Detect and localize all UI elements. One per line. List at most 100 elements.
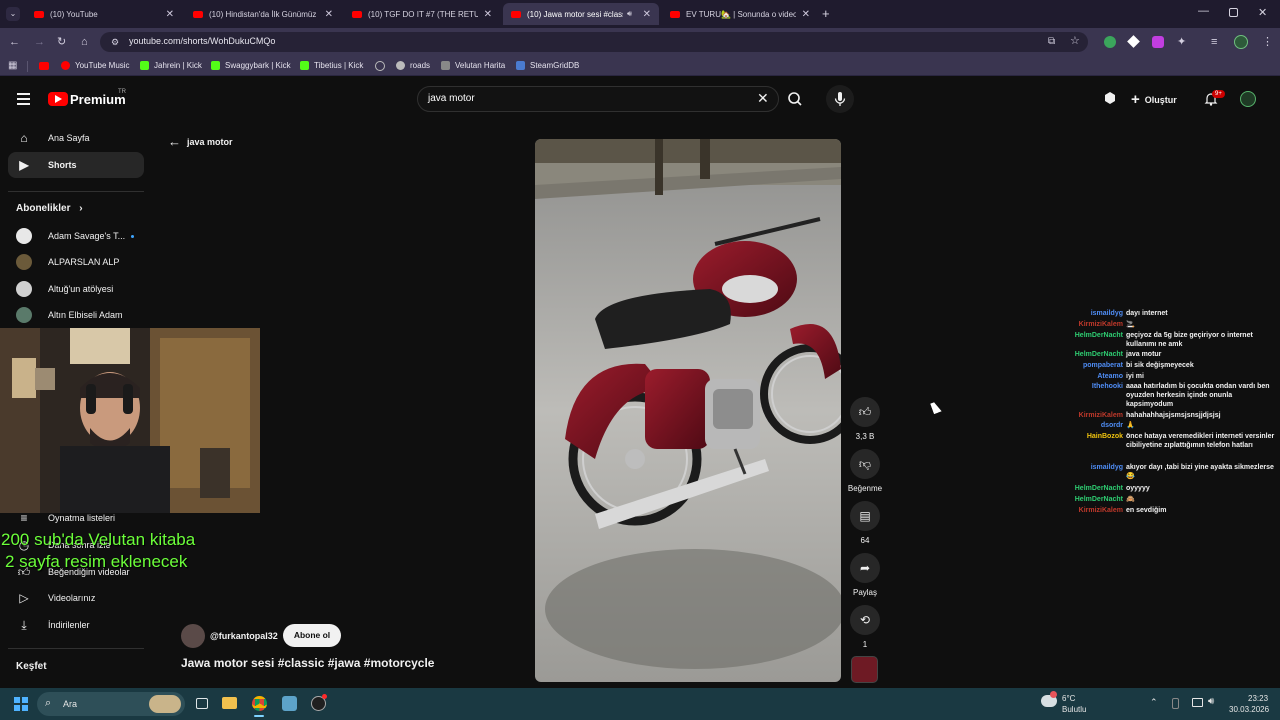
thumb-down-icon[interactable]: 👎︎ xyxy=(850,449,880,479)
chat-username[interactable]: dsordr xyxy=(1101,421,1123,430)
cast-icon[interactable] xyxy=(1103,91,1117,105)
chat-username[interactable]: HelmDerNacht xyxy=(1075,331,1123,340)
new-tab-button[interactable]: + xyxy=(822,6,830,21)
channel-handle[interactable]: @furkantopal32 xyxy=(210,631,278,641)
close-tab-icon[interactable]: ✕ xyxy=(325,9,333,20)
minimize-button[interactable]: — xyxy=(1198,5,1209,17)
bookmark-steamgriddb[interactable]: SteamGridDB xyxy=(516,61,579,70)
tab-ev-turu[interactable]: EV TURU🏡 | Sonunda o video! ✕ xyxy=(662,3,818,25)
bookmark-youtube-music[interactable]: YouTube Music xyxy=(61,61,130,70)
short-video-player[interactable] xyxy=(535,139,841,682)
back-to-search[interactable]: ← java motor xyxy=(168,134,233,149)
bookmark-star-icon[interactable]: ☆ xyxy=(1070,35,1080,47)
speaker-icon[interactable]: 🔊︎ xyxy=(627,9,632,19)
remix-action[interactable]: ⟲ 1 xyxy=(849,605,881,649)
bookmark-label: Jahrein | Kick xyxy=(154,61,202,70)
url-text[interactable]: youtube.com/shorts/WohDukuCMQo xyxy=(129,36,275,46)
chat-username[interactable]: Ateamo xyxy=(1097,372,1123,381)
comment-icon[interactable]: ▤ xyxy=(850,501,880,531)
tab-jawa-active[interactable]: (10) Jawa motor sesi #classi 🔊︎ ✕ xyxy=(503,3,659,25)
tray-app-icon[interactable] xyxy=(1172,698,1179,709)
site-info-icon[interactable]: ⚙ xyxy=(111,36,119,48)
network-icon[interactable] xyxy=(1192,698,1203,707)
subscription-item[interactable]: Adam Savage's T... xyxy=(16,228,135,244)
chat-username[interactable]: Ithehooki xyxy=(1092,382,1123,391)
bookmark-tibetius-kick[interactable]: Tibetius | Kick xyxy=(300,61,363,70)
chat-username[interactable]: ismaildyg xyxy=(1091,463,1123,472)
subscription-item[interactable]: Altın Elbiseli Adam xyxy=(16,307,123,323)
chat-username[interactable]: KirmiziKalem xyxy=(1079,411,1123,420)
dislike-action[interactable]: 👎︎ Beğenme xyxy=(848,449,882,493)
tab-youtube-home[interactable]: (10) YouTube ✕ xyxy=(26,3,182,25)
reload-icon[interactable]: ↻ xyxy=(57,36,66,48)
chat-username[interactable]: HelmDerNacht xyxy=(1075,350,1123,359)
clock-date[interactable]: 30.03.2026 xyxy=(1229,705,1269,714)
tab-tgf[interactable]: (10) TGF DO IT #7 (THE RETURN ✕ xyxy=(344,3,500,25)
close-tab-icon[interactable]: ✕ xyxy=(643,9,651,20)
close-tab-icon[interactable]: ✕ xyxy=(484,9,492,20)
volume-icon[interactable]: 🔊︎ xyxy=(1208,696,1214,707)
subscriptions-header[interactable]: Abonelikler › xyxy=(16,203,83,214)
chat-username[interactable]: HelmDerNacht xyxy=(1075,484,1123,493)
subscription-item[interactable]: ALPARSLAN ALP xyxy=(16,254,119,270)
bookmark-youtube-icon[interactable] xyxy=(39,62,49,70)
windows-start-icon[interactable] xyxy=(14,697,28,711)
account-avatar[interactable] xyxy=(1240,91,1256,107)
apps-grid-icon[interactable]: ▦ xyxy=(8,60,17,72)
sidebar-divider xyxy=(8,648,144,649)
create-button[interactable]: + Oluştur xyxy=(1131,91,1177,108)
subscribe-button[interactable]: Abone ol xyxy=(283,624,341,647)
subscription-item[interactable]: Altuğ'un atölyesi xyxy=(16,281,113,297)
clear-search-icon[interactable]: ✕ xyxy=(757,90,769,107)
chat-username[interactable]: KirmiziKalem xyxy=(1079,320,1123,329)
like-action[interactable]: 👍︎ 3,3 B xyxy=(849,397,881,441)
share-icon[interactable]: ➦ xyxy=(850,553,880,583)
share-action[interactable]: ➦ Paylaş xyxy=(849,553,881,597)
browser-menu-icon[interactable]: ⋮ xyxy=(1262,36,1273,48)
install-app-icon[interactable]: ⧉ xyxy=(1048,36,1055,48)
sound-thumbnail[interactable] xyxy=(851,656,878,683)
search-button[interactable] xyxy=(779,86,813,112)
file-explorer-icon[interactable] xyxy=(222,697,237,709)
close-window-button[interactable]: ✕ xyxy=(1258,6,1267,19)
close-tab-icon[interactable]: ✕ xyxy=(802,9,810,20)
app-icon[interactable] xyxy=(282,696,297,711)
bookmark-jahrein-kick[interactable]: Jahrein | Kick xyxy=(140,61,202,70)
close-tab-icon[interactable]: ✕ xyxy=(166,9,174,20)
forward-arrow-icon[interactable]: → xyxy=(34,36,45,48)
tray-chevron-up-icon[interactable]: ⌃ xyxy=(1150,697,1158,708)
chat-username[interactable]: pompaberat xyxy=(1083,361,1123,370)
sidebar-item-home[interactable]: ⌂ Ana Sayfa xyxy=(8,125,144,151)
sidebar-item-downloads[interactable]: ⤓ İndirilenler xyxy=(8,612,144,638)
extensions-puzzle-icon[interactable]: ✦ xyxy=(1177,36,1186,48)
channel-avatar[interactable] xyxy=(181,624,205,648)
tab-search-button[interactable]: ⌄ xyxy=(6,7,20,21)
chat-username[interactable]: ismaildyg xyxy=(1091,309,1123,318)
home-icon[interactable]: ⌂ xyxy=(81,36,88,48)
tab-hindistan[interactable]: (10) Hindistan'da İlk Günümüz ✕ xyxy=(185,3,341,25)
chat-username[interactable]: HainBozok xyxy=(1087,432,1123,441)
extension-green-icon[interactable] xyxy=(1104,36,1116,48)
bookmark-roads[interactable]: roads xyxy=(396,61,430,70)
sidebar-item-shorts[interactable]: ▶ Shorts xyxy=(8,152,144,178)
reading-list-icon[interactable]: ≡ xyxy=(1211,36,1217,48)
sidebar-item-your-videos[interactable]: ▷ Videolarınız xyxy=(8,585,144,611)
hamburger-menu-icon[interactable] xyxy=(17,93,30,105)
chat-username[interactable]: KirmiziKalem xyxy=(1079,506,1123,515)
chat-username[interactable]: HelmDerNacht xyxy=(1075,495,1123,504)
bookmark-swaggybark-kick[interactable]: Swaggybark | Kick xyxy=(211,61,291,70)
comments-action[interactable]: ▤ 64 xyxy=(849,501,881,545)
task-view-icon[interactable] xyxy=(196,698,208,709)
back-arrow-icon[interactable]: ← xyxy=(9,36,20,48)
clock-time[interactable]: 23:23 xyxy=(1248,694,1268,703)
voice-search-button[interactable] xyxy=(826,85,854,113)
bookmark-velutan-harita[interactable]: Velutan Harita xyxy=(441,61,505,70)
bookmark-globe-icon[interactable] xyxy=(375,61,385,71)
extension-purple-icon[interactable] xyxy=(1152,36,1164,48)
restore-button[interactable] xyxy=(1229,8,1238,17)
remix-icon[interactable]: ⟲ xyxy=(850,605,880,635)
thumb-up-icon[interactable]: 👍︎ xyxy=(850,397,880,427)
chrome-icon[interactable] xyxy=(252,696,267,711)
search-input[interactable]: java motor xyxy=(428,93,475,104)
profile-avatar[interactable] xyxy=(1234,35,1248,49)
